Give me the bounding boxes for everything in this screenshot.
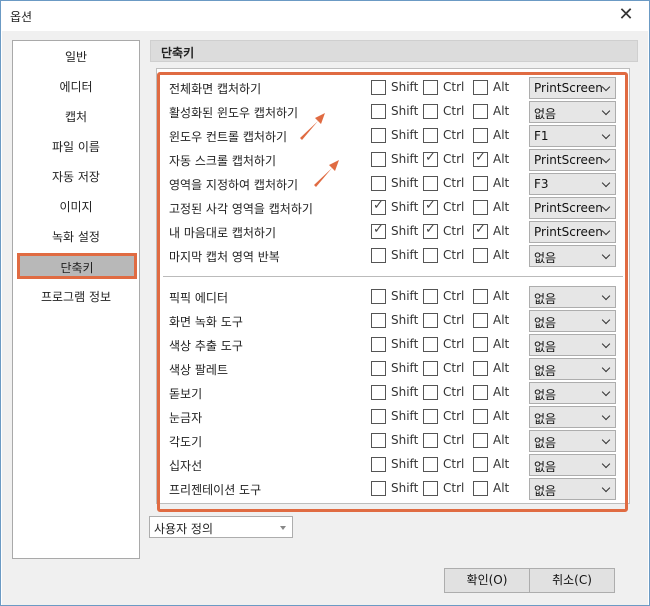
- preset-select[interactable]: 사용자 정의: [149, 516, 293, 538]
- arrow-annotation-1: [300, 113, 325, 140]
- arrow-annotation-icon: [300, 113, 339, 187]
- preset-value: 사용자 정의: [154, 522, 214, 536]
- cancel-button[interactable]: 취소(C): [529, 568, 615, 593]
- arrow-annotation-2: [314, 160, 339, 187]
- ok-button[interactable]: 확인(O): [444, 568, 530, 593]
- chevron-down-icon: [280, 526, 286, 530]
